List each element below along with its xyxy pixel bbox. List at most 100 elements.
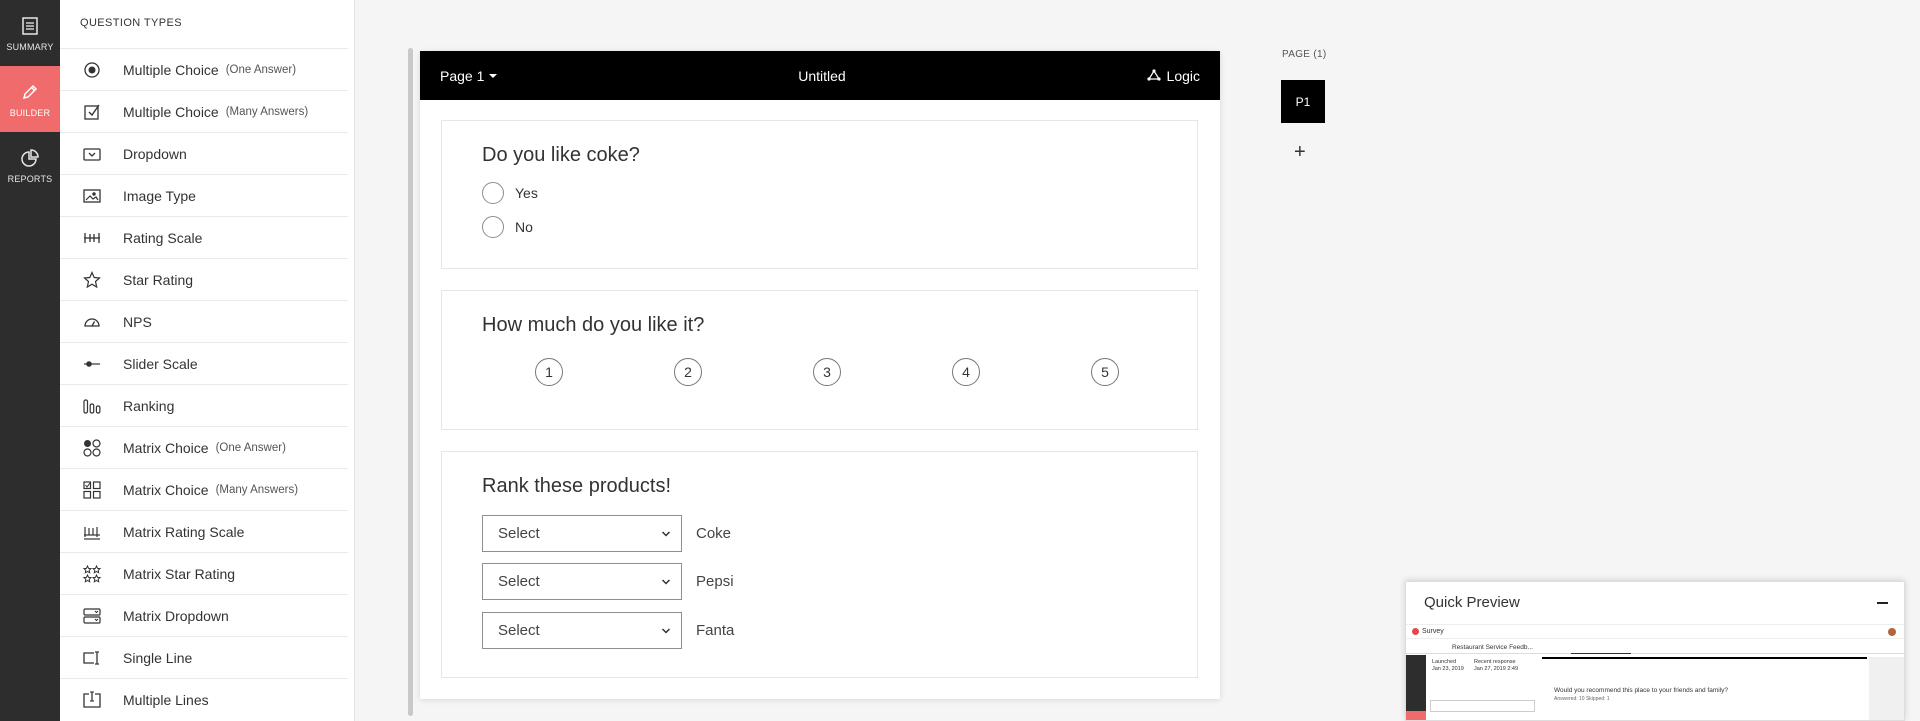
- qtype-nps[interactable]: NPS: [60, 300, 348, 342]
- question-title: Do you like coke?: [482, 144, 640, 166]
- ranking-row: Select Coke: [482, 515, 731, 552]
- qtype-matrix-dropdown[interactable]: Matrix Dropdown: [60, 594, 348, 636]
- pie-chart-icon: [19, 147, 41, 169]
- survey-title[interactable]: Untitled: [798, 68, 845, 84]
- qtype-matrix-choice-many[interactable]: Matrix Choice (Many Answers): [60, 468, 348, 510]
- radio-option[interactable]: Yes: [482, 182, 538, 204]
- pencil-icon: [19, 81, 41, 103]
- mini-side: [1869, 657, 1904, 720]
- qtype-label: Matrix Star Rating: [123, 565, 236, 582]
- qtype-label: Star Rating: [123, 271, 194, 288]
- single-line-icon: [82, 648, 102, 668]
- rail-builder[interactable]: BUILDER: [0, 66, 60, 132]
- qtype-label: Image Type: [123, 187, 196, 204]
- dropdown-icon: [82, 144, 102, 164]
- mini-recent-value: Jan 27, 2019 2:49: [1474, 666, 1519, 672]
- preview-thumbnail[interactable]: Survey Restaurant Service Feedb... Launc…: [1406, 624, 1904, 720]
- qtype-image-type[interactable]: Image Type: [60, 174, 348, 216]
- mini-launched-label: Launched: [1432, 659, 1457, 665]
- qtype-matrix-star-rating[interactable]: Matrix Star Rating: [60, 552, 348, 594]
- qtype-matrix-choice-one[interactable]: Matrix Choice (One Answer): [60, 426, 348, 468]
- rank-item-label: Fanta: [696, 622, 735, 639]
- rail-builder-label: BUILDER: [9, 107, 51, 118]
- matrix-checkbox-icon: [82, 480, 102, 500]
- scale-option[interactable]: 5: [1091, 358, 1119, 386]
- qtype-label: Ranking: [123, 397, 175, 414]
- chevron-down-icon: [661, 573, 671, 590]
- qtype-dropdown[interactable]: Dropdown: [60, 132, 348, 174]
- minimize-icon[interactable]: [1877, 602, 1888, 604]
- qtype-single-line[interactable]: Single Line: [60, 636, 348, 678]
- question-title: Rank these products!: [482, 475, 671, 497]
- add-page-button[interactable]: +: [1294, 142, 1306, 162]
- question-block[interactable]: Rank these products! Select Coke Select …: [441, 451, 1198, 678]
- page-thumb[interactable]: P1: [1281, 80, 1325, 123]
- rating-scale-icon: [82, 228, 102, 248]
- scale-option[interactable]: 1: [535, 358, 563, 386]
- chevron-down-icon: [661, 525, 671, 542]
- qtype-rating-scale[interactable]: Rating Scale: [60, 216, 348, 258]
- scale-option[interactable]: 4: [952, 358, 980, 386]
- qtype-label: Matrix Choice: [123, 439, 209, 456]
- ranking-row: Select Fanta: [482, 612, 734, 649]
- mini-launched-value: Jan 23, 2019: [1432, 666, 1464, 672]
- qtype-slider-scale[interactable]: Slider Scale: [60, 342, 348, 384]
- mini-recent-label: Recent response: [1474, 659, 1516, 665]
- radio-button[interactable]: [482, 182, 504, 204]
- logic-label: Logic: [1166, 67, 1200, 84]
- image-icon: [82, 186, 102, 206]
- question-types-list: Multiple Choice (One Answer) Multiple Ch…: [60, 48, 348, 720]
- scale-option[interactable]: 3: [813, 358, 841, 386]
- mini-brand-logo: [1412, 628, 1419, 635]
- survey-canvas: Page 1 Untitled Logic Do you like coke? …: [420, 51, 1220, 699]
- rail-reports[interactable]: REPORTS: [0, 132, 60, 198]
- question-block[interactable]: Do you like coke? Yes No: [441, 120, 1198, 269]
- page-menu-button[interactable]: Page 1: [440, 67, 498, 84]
- qtype-matrix-rating-scale[interactable]: Matrix Rating Scale: [60, 510, 348, 552]
- multiple-lines-icon: [82, 690, 102, 710]
- option-label: Yes: [515, 185, 538, 201]
- mini-question: Would you recommend this place to your f…: [1554, 687, 1729, 694]
- qtype-label: Matrix Choice: [123, 481, 209, 498]
- matrix-scale-icon: [82, 522, 102, 542]
- slider-icon: [82, 354, 102, 374]
- select-value: Select: [498, 525, 540, 542]
- panel-scrollbar[interactable]: [408, 48, 413, 716]
- rank-select[interactable]: Select: [482, 563, 682, 600]
- qtype-multiple-lines[interactable]: Multiple Lines: [60, 678, 348, 720]
- qtype-star-rating[interactable]: Star Rating: [60, 258, 348, 300]
- matrix-dropdown-icon: [82, 606, 102, 626]
- rail-reports-label: REPORTS: [7, 173, 53, 184]
- question-block[interactable]: How much do you like it? 1 2 3 4 5: [441, 290, 1198, 430]
- chevron-down-icon: [661, 622, 671, 639]
- quick-preview-panel: Quick Preview Survey Restaurant Service …: [1405, 581, 1905, 721]
- gauge-icon: [82, 312, 102, 332]
- rank-select[interactable]: Select: [482, 515, 682, 552]
- rank-select[interactable]: Select: [482, 612, 682, 649]
- mini-survey-name: Restaurant Service Feedb...: [1452, 644, 1533, 651]
- matrix-star-icon: [82, 564, 102, 584]
- rail-summary[interactable]: SUMMARY: [0, 0, 60, 66]
- star-icon: [82, 270, 102, 290]
- document-icon: [19, 15, 41, 37]
- qtype-sublabel: (Many Answers): [215, 483, 299, 496]
- qtype-multiple-choice-many[interactable]: Multiple Choice (Many Answers): [60, 90, 348, 132]
- radio-button[interactable]: [482, 216, 504, 238]
- qtype-label: Rating Scale: [123, 229, 203, 246]
- checkbox-icon: [82, 102, 102, 122]
- qtype-label: Multiple Choice: [123, 61, 219, 78]
- logic-button[interactable]: Logic: [1146, 67, 1200, 84]
- radio-option[interactable]: No: [482, 216, 533, 238]
- qtype-multiple-choice-one[interactable]: Multiple Choice (One Answer): [60, 48, 348, 90]
- qtype-ranking[interactable]: Ranking: [60, 384, 348, 426]
- page-menu-label: Page 1: [440, 67, 485, 84]
- logic-icon: [1146, 68, 1161, 84]
- quick-preview-title: Quick Preview: [1424, 594, 1520, 611]
- question-types-title: QUESTION TYPES: [80, 17, 182, 29]
- scale-option[interactable]: 2: [674, 358, 702, 386]
- mini-brand: Survey: [1422, 628, 1444, 635]
- survey-header: Page 1 Untitled Logic: [420, 51, 1220, 100]
- pages-label: PAGE (1): [1282, 49, 1327, 60]
- qtype-label: Multiple Lines: [123, 691, 209, 708]
- option-label: No: [515, 219, 533, 235]
